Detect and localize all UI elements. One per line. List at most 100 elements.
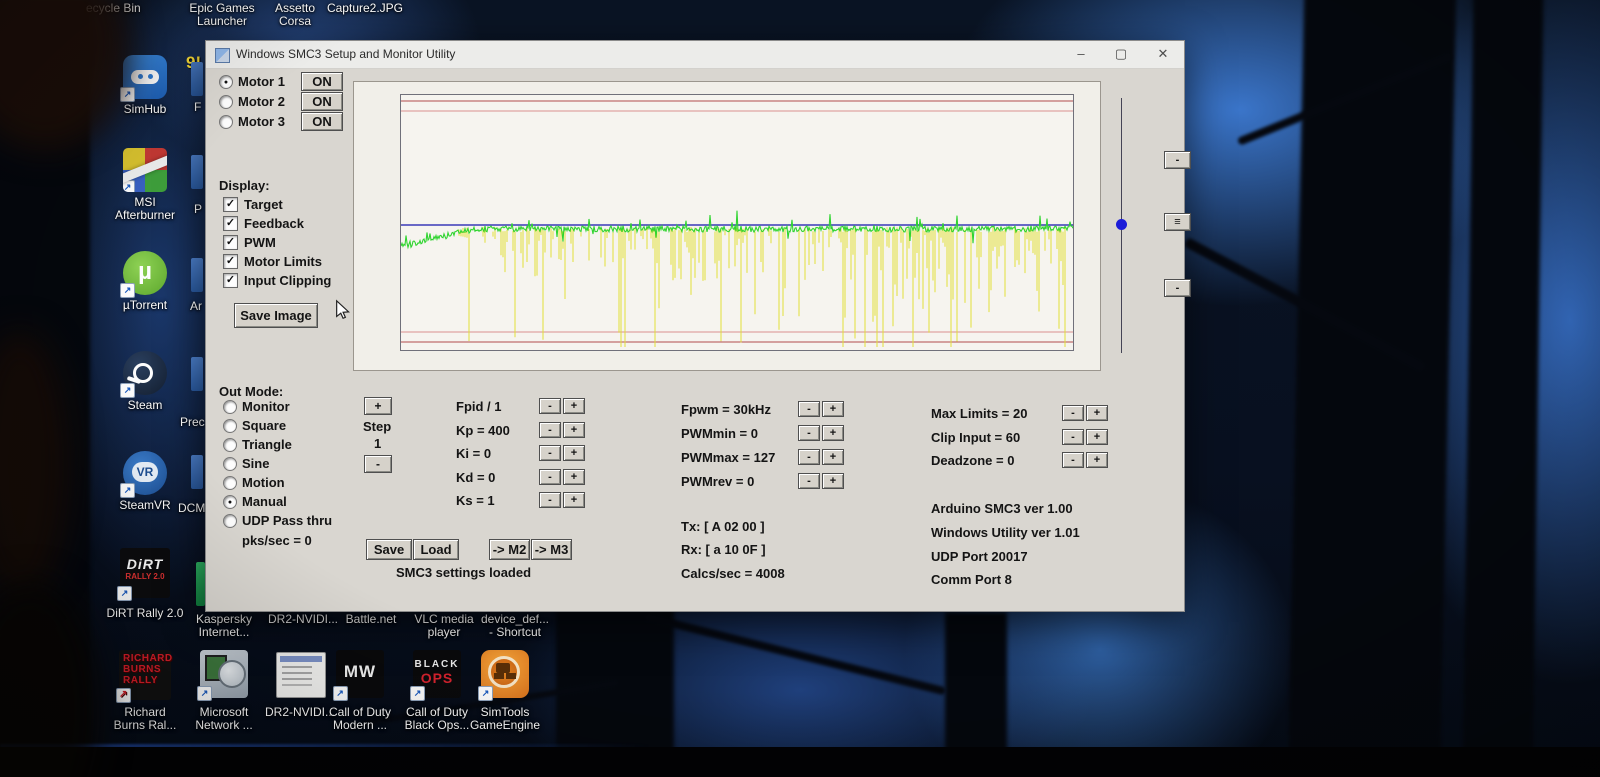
max-limits-minus-button[interactable]: -: [1062, 405, 1084, 421]
motor2-radio[interactable]: [219, 95, 233, 109]
kp-minus-button[interactable]: -: [539, 422, 561, 438]
input-clipping-label: Input Clipping: [244, 273, 331, 288]
motor1-on-button[interactable]: ON: [301, 72, 343, 91]
to-m2-button[interactable]: -> M2: [489, 539, 530, 560]
ki-plus-button[interactable]: +: [563, 445, 585, 461]
pwmmin-label: PWMmin = 0: [681, 426, 758, 441]
target-checkbox[interactable]: ✓: [223, 197, 238, 212]
monitor-radio[interactable]: [223, 400, 237, 414]
partial-icon[interactable]: [191, 62, 203, 96]
shortcut-arrow-icon: ↗: [120, 383, 135, 398]
fpwm-minus-button[interactable]: -: [798, 401, 820, 417]
desktop-icon-capture2[interactable]: Capture2.JPG: [322, 2, 408, 15]
icon-label: SimHub: [105, 103, 185, 116]
desktop-icon-device-def[interactable]: device_def... - Shortcut: [467, 613, 563, 639]
icon-label: Internet...: [199, 625, 250, 639]
icon-glyph: VR: [132, 462, 158, 482]
motion-radio[interactable]: [223, 476, 237, 490]
icon-label: Richard Burns Ral...: [100, 706, 190, 732]
step-label: Step: [363, 419, 391, 434]
pwmmax-minus-button[interactable]: -: [798, 449, 820, 465]
close-button[interactable]: ✕: [1146, 41, 1180, 67]
motor1-radio[interactable]: ●: [219, 75, 233, 89]
triangle-radio[interactable]: [223, 438, 237, 452]
motor2-on-button[interactable]: ON: [301, 92, 343, 111]
step-plus-button[interactable]: +: [364, 397, 392, 415]
pwmmin-plus-button[interactable]: +: [822, 425, 844, 441]
icon-glyph: BURNS: [123, 664, 171, 675]
udp-pass-thru-label: UDP Pass thru: [242, 513, 332, 528]
msi-afterburner-icon: ↗: [123, 148, 167, 192]
kd-minus-button[interactable]: -: [539, 469, 561, 485]
icon-label: Kaspersky: [196, 612, 252, 626]
bottom-dark-strip: [0, 747, 1600, 777]
clip-input-plus-button[interactable]: +: [1086, 429, 1108, 445]
icon-glyph: RALLY 2.0: [120, 572, 170, 581]
pwmrev-minus-button[interactable]: -: [798, 473, 820, 489]
pwmrev-plus-button[interactable]: +: [822, 473, 844, 489]
partial-icon[interactable]: [191, 455, 203, 489]
fpwm-label: Fpwm = 30kHz: [681, 402, 771, 417]
square-label: Square: [242, 418, 286, 433]
partial-icon[interactable]: [191, 357, 203, 391]
feedback-checkbox[interactable]: ✓: [223, 216, 238, 231]
titlebar[interactable]: Windows SMC3 Setup and Monitor Utility –…: [206, 41, 1184, 69]
load-button[interactable]: Load: [413, 539, 459, 560]
scale-slider-handle[interactable]: [1116, 219, 1127, 230]
icon-glyph: RICHARD: [123, 653, 171, 664]
kaspersky-icon-sliver[interactable]: [196, 562, 205, 606]
motor3-radio[interactable]: [219, 115, 233, 129]
save-button[interactable]: Save: [366, 539, 412, 560]
partial-icon[interactable]: [191, 155, 203, 189]
app-icon: [215, 48, 230, 63]
display-heading: Display:: [219, 178, 270, 193]
manual-radio[interactable]: ●: [223, 495, 237, 509]
kp-plus-button[interactable]: +: [563, 422, 585, 438]
icon-label: player: [428, 625, 461, 639]
scale-mid-button[interactable]: ≡: [1164, 213, 1191, 231]
udp-pass-thru-radio[interactable]: [223, 514, 237, 528]
ks-plus-button[interactable]: +: [563, 492, 585, 508]
sine-radio[interactable]: [223, 457, 237, 471]
comm-port: Comm Port 8: [931, 572, 1012, 587]
ki-label: Ki = 0: [456, 446, 491, 461]
cod-blackops-icon: BLACK OPS ↗: [413, 650, 461, 698]
square-radio[interactable]: [223, 419, 237, 433]
udp-port: UDP Port 20017: [931, 549, 1028, 564]
pwmmin-minus-button[interactable]: -: [798, 425, 820, 441]
deadzone-minus-button[interactable]: -: [1062, 452, 1084, 468]
desktop-icon-epic-games[interactable]: Epic Games Launcher: [180, 2, 264, 28]
clip-input-minus-button[interactable]: -: [1062, 429, 1084, 445]
icon-label: Microsoft: [200, 705, 249, 719]
max-limits-plus-button[interactable]: +: [1086, 405, 1108, 421]
maximize-button[interactable]: ▢: [1104, 41, 1138, 67]
step-minus-button[interactable]: -: [364, 455, 392, 473]
fpid-minus-button[interactable]: -: [539, 398, 561, 414]
ki-minus-button[interactable]: -: [539, 445, 561, 461]
cod-mw-icon: MW ↗: [336, 650, 384, 698]
ks-minus-button[interactable]: -: [539, 492, 561, 508]
motor3-on-button[interactable]: ON: [301, 112, 343, 131]
shortcut-arrow-icon: ↗: [120, 483, 135, 498]
scale-top-button[interactable]: -: [1164, 151, 1191, 169]
save-image-button[interactable]: Save Image: [234, 303, 318, 328]
input-clipping-checkbox[interactable]: ✓: [223, 273, 238, 288]
scale-bottom-button[interactable]: -: [1164, 279, 1191, 297]
motor-limits-checkbox[interactable]: ✓: [223, 254, 238, 269]
pwm-checkbox[interactable]: ✓: [223, 235, 238, 250]
desktop-icon-kaspersky[interactable]: Kaspersky Internet...: [179, 613, 269, 639]
fpid-plus-button[interactable]: +: [563, 398, 585, 414]
kd-plus-button[interactable]: +: [563, 469, 585, 485]
dr2-nvidi-icon: [276, 652, 326, 698]
icon-label: device_def...: [481, 612, 549, 626]
fpwm-plus-button[interactable]: +: [822, 401, 844, 417]
sine-label: Sine: [242, 456, 269, 471]
utorrent-icon: µ ↗: [123, 251, 167, 295]
minimize-button[interactable]: –: [1064, 41, 1098, 67]
pwmmax-plus-button[interactable]: +: [822, 449, 844, 465]
partial-icon[interactable]: [191, 258, 203, 292]
deadzone-plus-button[interactable]: +: [1086, 452, 1108, 468]
motor-limits-label: Motor Limits: [244, 254, 322, 269]
to-m3-button[interactable]: -> M3: [531, 539, 572, 560]
check-mark: ✓: [226, 217, 235, 229]
